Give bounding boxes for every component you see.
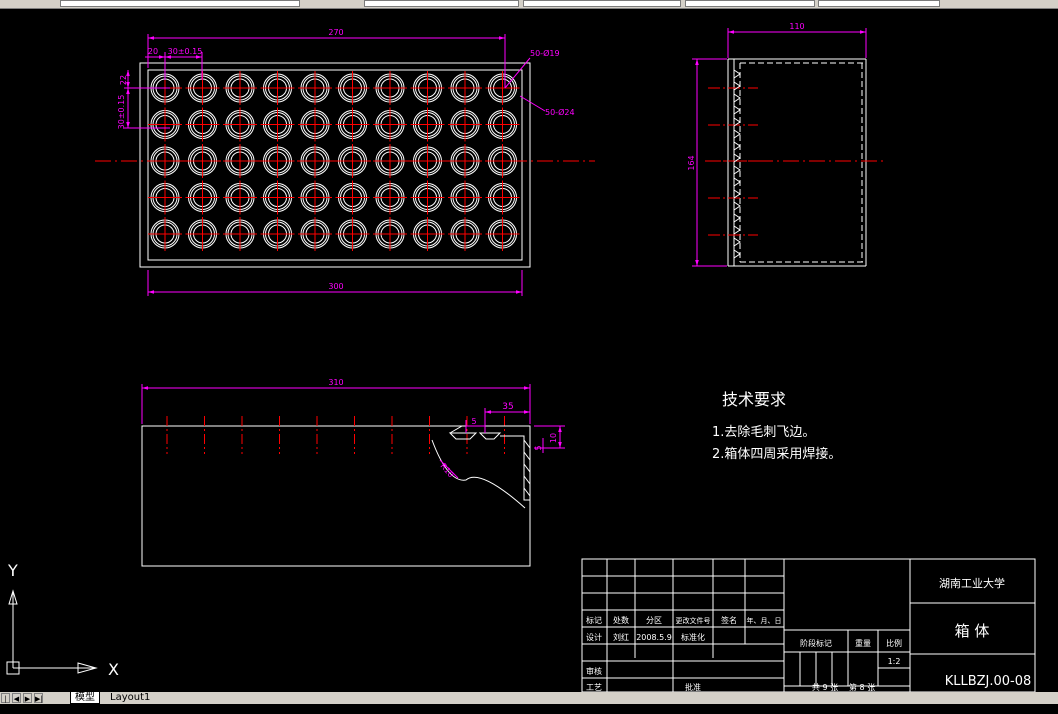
side-weld-mark — [733, 69, 741, 79]
tb-mark: 标记 — [586, 615, 602, 625]
side-weld-mark — [733, 141, 741, 151]
notes-title: 技术要求 — [722, 390, 786, 409]
side-weld-mark — [733, 93, 741, 103]
dim-hole-19: 50-Ø19 — [530, 48, 560, 58]
tb-scale: 1:2 — [888, 657, 901, 666]
tb-sheets: 共 9 张 — [812, 683, 838, 692]
detail-weld — [448, 432, 478, 440]
side-weld-mark — [733, 81, 741, 91]
linetype-dropdown[interactable] — [523, 0, 681, 7]
tb-scale-label: 比例 — [886, 638, 902, 648]
front-view: 310 35 5 10 5 R10 — [141, 378, 565, 567]
tb-design: 设计 — [586, 632, 602, 642]
cad-drawing: 270 20 30±0.15 50-Ø19 50-Ø24 22 30±0.15 … — [6, 22, 1036, 692]
side-weld-mark — [733, 189, 741, 199]
tb-date: 2008.5.9 — [636, 633, 672, 642]
dim-310: 310 — [328, 378, 343, 387]
tb-university: 湖南工业大学 — [939, 576, 1005, 590]
dim-35: 35 — [502, 402, 513, 412]
side-weld-mark — [733, 225, 741, 235]
tb-standardize: 标准化 — [681, 632, 705, 642]
tb-sign: 签名 — [721, 615, 737, 625]
dim-pitch-y: 30±0.15 — [117, 95, 126, 130]
dim-radius: R10 — [438, 462, 455, 480]
side-hole-centerlines — [708, 69, 758, 259]
side-weld-mark — [733, 165, 741, 175]
side-weld-mark — [733, 213, 741, 223]
nav-last-button[interactable]: ▶| — [34, 693, 43, 703]
notes-item-2: 2.箱体四周采用焊接。 — [712, 446, 841, 462]
tb-change-doc: 更改文件号 — [676, 616, 711, 625]
dim-5-top: 5 — [471, 417, 476, 426]
front-hole-centerlines — [166, 416, 505, 454]
tb-approve: 批准 — [685, 682, 701, 692]
tb-date-label: 年、月、日 — [747, 616, 782, 625]
tb-count: 处数 — [613, 615, 629, 625]
dim-hole-24: 50-Ø24 — [545, 107, 575, 117]
nav-first-button[interactable]: |◀ — [1, 693, 10, 713]
side-weld-mark — [733, 105, 741, 115]
dim-20: 20 — [148, 47, 158, 56]
leader-24 — [519, 95, 546, 112]
side-weld-mark — [733, 201, 741, 211]
tb-weight: 重量 — [855, 638, 871, 648]
tab-model[interactable]: 模型 — [70, 692, 100, 704]
side-weld-mark — [733, 237, 741, 247]
top-view: 270 20 30±0.15 50-Ø19 50-Ø24 22 30±0.15 … — [95, 28, 595, 296]
top-view-inner-border — [147, 69, 523, 261]
detail-weld-2 — [478, 432, 502, 440]
plotstyle-dropdown[interactable] — [818, 0, 940, 7]
side-view: 110 164 — [687, 22, 885, 267]
front-view-outline — [141, 425, 531, 567]
color-dropdown[interactable] — [364, 0, 519, 7]
tab-layout1[interactable]: Layout1 — [106, 692, 154, 704]
technical-requirements: 技术要求 1.去除毛刺飞边。 2.箱体四周采用焊接。 — [712, 390, 841, 462]
side-weld-mark — [733, 177, 741, 187]
tb-stage-mark: 阶段标记 — [800, 638, 832, 648]
lineweight-dropdown[interactable] — [685, 0, 815, 7]
dim-pitch-x: 30±0.15 — [168, 47, 203, 56]
layer-dropdown[interactable] — [60, 0, 300, 7]
ucs-y-label: Y — [7, 561, 18, 580]
dim-164: 164 — [687, 155, 696, 170]
dim-110: 110 — [789, 22, 804, 31]
tb-designer: 刘红 — [613, 632, 629, 642]
tb-part-name: 箱 体 — [955, 622, 990, 640]
tb-review: 审核 — [586, 666, 602, 676]
ucs-icon: Y X — [6, 561, 119, 679]
notes-item-1: 1.去除毛刺飞边。 — [712, 425, 815, 440]
hatch — [523, 439, 531, 449]
tb-sheet-no: 第 8 张 — [849, 682, 875, 692]
hatch — [523, 451, 531, 461]
hatch — [523, 487, 531, 497]
detail-profile — [449, 425, 531, 501]
side-weld-mark — [733, 249, 741, 259]
nav-next-button[interactable]: ▶ — [23, 693, 32, 703]
side-weld-mark — [733, 129, 741, 139]
dim-5-side: 5 — [534, 445, 543, 450]
drawing-canvas[interactable]: 270 20 30±0.15 50-Ø19 50-Ø24 22 30±0.15 … — [0, 8, 1058, 692]
tb-zone: 分区 — [646, 616, 662, 625]
dim-22: 22 — [119, 75, 128, 85]
nav-prev-button[interactable]: ◀ — [12, 693, 21, 703]
ucs-x-label: X — [108, 660, 119, 679]
dim-10: 10 — [549, 433, 558, 443]
layout-tab-bar: |◀ ◀ ▶ ▶| 模型 Layout1 — [0, 692, 1058, 713]
tb-drawing-number: KLLBZJ.00-08 — [945, 674, 1032, 689]
dim-270: 270 — [328, 28, 343, 37]
hatch — [523, 475, 531, 485]
hatch — [523, 463, 531, 473]
dim-300: 300 — [328, 282, 343, 291]
tb-process: 工艺 — [586, 683, 602, 692]
